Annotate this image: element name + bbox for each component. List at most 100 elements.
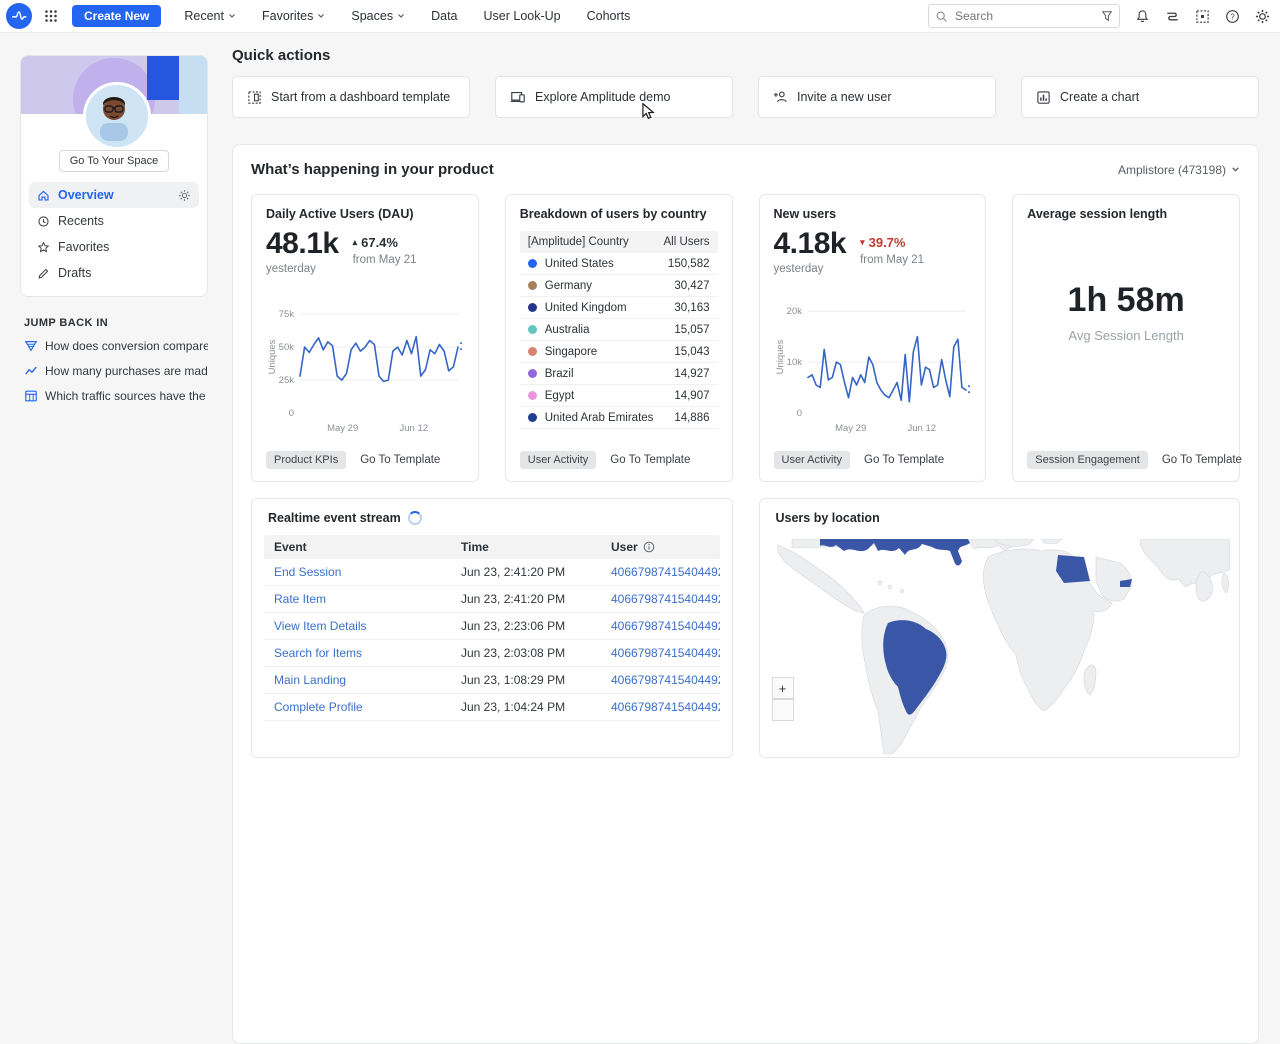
country-row-united-states[interactable]: United States150,582 xyxy=(520,253,718,275)
event-row: Rate ItemJun 23, 2:41:20 PM4066798741540… xyxy=(264,586,720,613)
jump-back-item[interactable]: How many purchases are made ... xyxy=(24,364,208,378)
country-color-dot xyxy=(528,281,537,290)
country-row-germany[interactable]: Germany30,427 xyxy=(520,275,718,297)
svg-text:20k: 20k xyxy=(786,306,802,317)
event-link[interactable]: End Session xyxy=(274,565,341,579)
amplitude-logo-icon[interactable] xyxy=(6,3,32,29)
quick-action-create-a-chart[interactable]: Create a chart xyxy=(1021,76,1259,118)
help-icon[interactable]: ? xyxy=(1225,9,1240,24)
country-color-dot xyxy=(528,303,537,312)
event-row: Main LandingJun 23, 1:08:29 PM4066798741… xyxy=(264,667,720,694)
nav-item-user-look-up[interactable]: User Look-Up xyxy=(471,0,574,32)
quick-action-start-from-a-dashboard-template[interactable]: Start from a dashboard template xyxy=(232,76,470,118)
info-icon[interactable] xyxy=(643,541,655,553)
event-link[interactable]: Main Landing xyxy=(274,673,346,687)
user-id-link[interactable]: 4066798741540449281 xyxy=(611,619,720,633)
svg-text:10k: 10k xyxy=(786,357,802,368)
user-id-link[interactable]: 4066798741540449281 xyxy=(611,592,720,606)
project-picker[interactable]: Amplistore (473198) xyxy=(1118,163,1240,177)
create-new-button[interactable]: Create New xyxy=(72,5,161,27)
event-table-header: Event Time User xyxy=(264,535,720,559)
country-row-united-kingdom[interactable]: United Kingdom30,163 xyxy=(520,297,718,319)
svg-text:0: 0 xyxy=(796,408,801,419)
nav-item-recent[interactable]: Recent xyxy=(171,0,249,32)
top-nav: Create New RecentFavoritesSpacesDataUser… xyxy=(0,0,1280,33)
sidebar: Go To Your Space OverviewRecentsFavorite… xyxy=(20,55,208,414)
jump-back-item[interactable]: Which traffic sources have the hi... xyxy=(24,389,208,403)
session-length-card: Average session length 1h 58m Avg Sessio… xyxy=(1012,194,1240,482)
country-table-header: [Amplitude] CountryAll Users xyxy=(520,231,718,253)
world-map[interactable] xyxy=(772,539,1228,758)
journeys-icon[interactable] xyxy=(1165,9,1180,24)
event-link[interactable]: View Item Details xyxy=(274,619,366,633)
event-row: View Item DetailsJun 23, 2:23:06 PM40667… xyxy=(264,613,720,640)
project-name: Amplistore (473198) xyxy=(1118,163,1226,177)
event-link[interactable]: Search for Items xyxy=(274,646,362,660)
apps-grid-icon[interactable] xyxy=(44,9,58,23)
template-badge[interactable]: Session Engagement xyxy=(1027,451,1148,469)
country-row-egypt[interactable]: Egypt14,907 xyxy=(520,385,718,407)
go-to-your-space-button[interactable]: Go To Your Space xyxy=(59,150,169,172)
event-link[interactable]: Complete Profile xyxy=(274,700,363,714)
chevron-down-icon xyxy=(228,12,236,20)
sidebar-item-overview[interactable]: Overview xyxy=(29,182,199,208)
quick-action-explore-amplitude-demo[interactable]: Explore Amplitude demo xyxy=(495,76,733,118)
map-florida-highlight xyxy=(922,539,970,566)
go-to-template-link[interactable]: Go To Template xyxy=(360,454,440,466)
notifications-bell-icon[interactable] xyxy=(1135,9,1150,24)
settings-gear-icon[interactable] xyxy=(1255,9,1270,24)
jump-back-item[interactable]: How does conversion compare b... xyxy=(24,339,208,353)
realtime-title: Realtime event stream xyxy=(268,511,401,525)
user-id-link[interactable]: 4066798741540449281 xyxy=(611,673,720,687)
space-settings-gear-icon[interactable] xyxy=(178,189,191,202)
country-row-singapore[interactable]: Singapore15,043 xyxy=(520,341,718,363)
country-breakdown-card: Breakdown of users by country [Amplitude… xyxy=(505,194,733,482)
go-to-template-link[interactable]: Go To Template xyxy=(864,454,944,466)
event-link[interactable]: Rate Item xyxy=(274,592,326,606)
sidebar-item-favorites[interactable]: Favorites xyxy=(29,234,199,260)
country-color-dot xyxy=(528,391,537,400)
sidebar-item-recents[interactable]: Recents xyxy=(29,208,199,234)
filter-funnel-icon[interactable] xyxy=(1101,10,1113,22)
nav-item-data[interactable]: Data xyxy=(418,0,470,32)
template-badge[interactable]: User Activity xyxy=(520,451,597,469)
nav-item-favorites[interactable]: Favorites xyxy=(249,0,338,32)
down-arrow-icon: ▾ xyxy=(860,237,865,248)
user-id-link[interactable]: 4066798741540449281 xyxy=(611,646,720,660)
tableGrid-icon xyxy=(24,389,38,403)
search-input[interactable] xyxy=(953,8,1101,24)
country-color-dot xyxy=(528,325,537,334)
country-row-australia[interactable]: Australia15,057 xyxy=(520,319,718,341)
country-color-dot xyxy=(528,347,537,356)
go-to-template-link[interactable]: Go To Template xyxy=(1162,454,1242,466)
up-arrow-icon: ▴ xyxy=(353,237,358,248)
nav-item-spaces[interactable]: Spaces xyxy=(338,0,418,32)
map-arabia xyxy=(1096,557,1132,601)
dau-delta-caption: from May 21 xyxy=(353,254,417,266)
quick-action-invite-a-new-user[interactable]: Invite a new user xyxy=(758,76,996,118)
clock-icon xyxy=(37,215,50,228)
search-box[interactable] xyxy=(928,4,1120,28)
svg-text:Uniques: Uniques xyxy=(775,339,786,374)
sidebar-item-drafts[interactable]: Drafts xyxy=(29,260,199,286)
live-spinner-icon xyxy=(408,511,422,525)
svg-text:May 29: May 29 xyxy=(327,423,358,434)
pencil-icon xyxy=(37,267,50,280)
country-row-brazil[interactable]: Brazil14,927 xyxy=(520,363,718,385)
map-zoom-in-button[interactable]: + xyxy=(772,677,794,699)
nav-item-cohorts[interactable]: Cohorts xyxy=(574,0,644,32)
user-id-link[interactable]: 4066798741540449281 xyxy=(611,565,720,579)
country-row-united-arab-emirates[interactable]: United Arab Emirates14,886 xyxy=(520,407,718,429)
map-zoom-out-button[interactable] xyxy=(772,699,794,721)
go-to-template-link[interactable]: Go To Template xyxy=(610,454,690,466)
template-badge[interactable]: User Activity xyxy=(774,451,851,469)
templates-icon[interactable] xyxy=(1195,9,1210,24)
new-users-line-chart: Uniques10k20k0May 29Jun 12 xyxy=(774,291,974,443)
template-badge[interactable]: Product KPIs xyxy=(266,451,346,469)
event-row: Search for ItemsJun 23, 2:03:08 PM406679… xyxy=(264,640,720,667)
new-users-card: New users 4.18k yesterday ▾39.7% from Ma… xyxy=(759,194,987,482)
dau-delta: ▴67.4% xyxy=(353,235,417,250)
avatar[interactable] xyxy=(83,82,151,150)
user-id-link[interactable]: 4066798741540449281 xyxy=(611,700,720,714)
country-card-title: Breakdown of users by country xyxy=(520,207,718,221)
